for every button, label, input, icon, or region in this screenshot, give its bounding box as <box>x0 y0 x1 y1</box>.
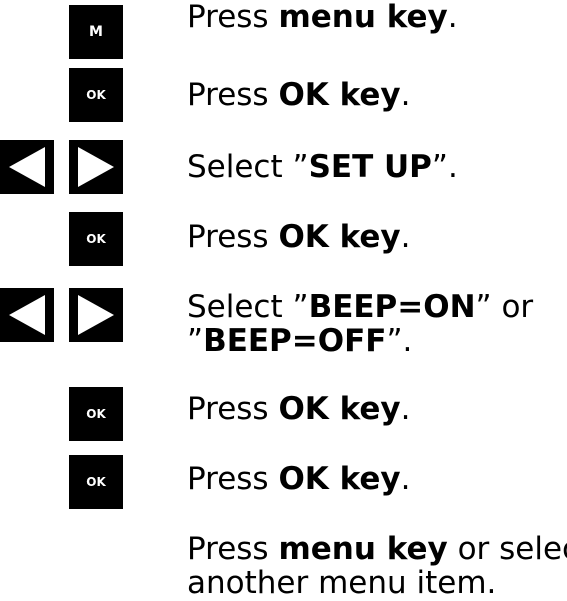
step-3-text: Select ”SET UP”. <box>187 150 458 184</box>
step-5-bold2: BEEP=OFF <box>203 323 387 359</box>
step-3-bold: SET UP <box>308 149 432 185</box>
left-arrow-key-icon <box>0 140 54 194</box>
step-6-pre: Press <box>187 391 279 427</box>
step-8-pre: Press <box>187 531 279 567</box>
step-5-line-2: ”BEEP=OFF”. <box>187 324 533 358</box>
ok-key-label: OK <box>86 407 106 421</box>
left-arrow-key-icon <box>0 288 54 342</box>
left-arrow-icon <box>9 147 45 187</box>
step-2-text: Press OK key. <box>187 78 411 112</box>
menu-key-label: M <box>89 24 103 40</box>
step-6-text: Press OK key. <box>187 392 411 426</box>
step-6-bold: OK key <box>278 391 401 427</box>
step-4-text: Press OK key. <box>187 220 411 254</box>
step-8-mid: or select <box>457 531 567 567</box>
step-8-bold: menu key <box>278 531 448 567</box>
step-2-pre: Press <box>187 77 279 113</box>
step-7-bold: OK key <box>278 461 401 497</box>
left-arrow-icon <box>9 295 45 335</box>
step-5-pre2: ” <box>187 323 204 359</box>
ok-key-label: OK <box>86 232 106 246</box>
step-2-bold: OK key <box>278 77 401 113</box>
step-5-text: Select ”BEEP=ON” or ”BEEP=OFF”. <box>187 290 533 358</box>
right-arrow-icon <box>78 147 114 187</box>
ok-key-label: OK <box>86 88 106 102</box>
step-7-pre: Press <box>187 461 279 497</box>
step-7-post: . <box>400 461 411 497</box>
ok-key-label: OK <box>86 475 106 489</box>
step-5-line-1: Select ”BEEP=ON” or <box>187 290 533 324</box>
step-5-post2: ”. <box>386 323 413 359</box>
ok-key-icon: OK <box>69 212 123 266</box>
step-3-pre: Select ” <box>187 149 309 185</box>
step-2-post: . <box>400 77 411 113</box>
step-4-post: . <box>400 219 411 255</box>
step-5-mid: ” or <box>475 289 534 325</box>
step-4-pre: Press <box>187 219 279 255</box>
ok-key-icon: OK <box>69 387 123 441</box>
step-7-text: Press OK key. <box>187 462 411 496</box>
ok-key-icon: OK <box>69 455 123 509</box>
step-3-post: ”. <box>431 149 458 185</box>
step-1-post: . <box>447 0 458 35</box>
right-arrow-icon <box>78 295 114 335</box>
ok-key-icon: OK <box>69 68 123 122</box>
step-8-text: Press menu key or select another menu it… <box>187 532 567 600</box>
menu-key-icon: M <box>69 5 123 59</box>
step-5-bold: BEEP=ON <box>308 289 476 325</box>
step-5-pre: Select ” <box>187 289 309 325</box>
step-4-bold: OK key <box>278 219 401 255</box>
step-1-pre: Press <box>187 0 279 35</box>
right-arrow-key-icon <box>69 140 123 194</box>
step-8-line-2: another menu item. <box>187 565 497 601</box>
step-1-bold: menu key <box>278 0 448 35</box>
right-arrow-key-icon <box>69 288 123 342</box>
step-1-text: Press menu key. <box>187 0 458 34</box>
step-6-post: . <box>400 391 411 427</box>
step-8-line-1: Press menu key or select <box>187 532 567 566</box>
